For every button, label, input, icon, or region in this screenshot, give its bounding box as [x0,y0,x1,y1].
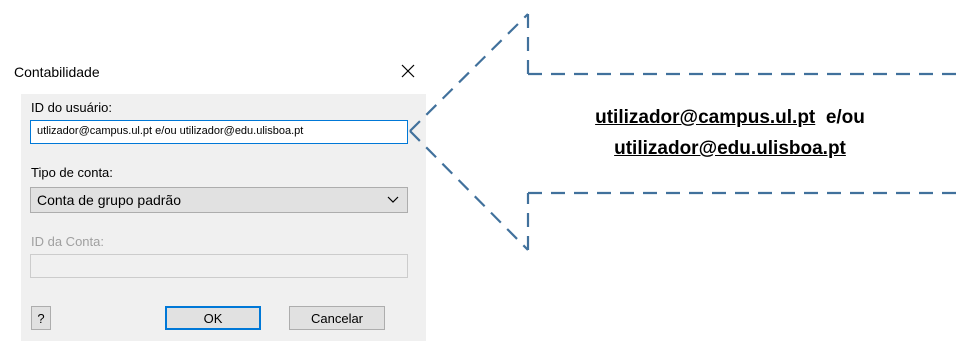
dialog-titlebar: Contabilidade [0,50,426,94]
account-type-selected-value: Conta de grupo padrão [37,192,181,208]
account-type-label: Tipo de conta: [31,165,113,180]
ok-button[interactable]: OK [165,306,261,330]
close-icon [401,64,415,78]
callout-email-campus: utilizador@campus.ul.pt [595,107,816,128]
dialog-client-area: ID do usuário: utlizador@campus.ul.pt e/… [21,94,426,341]
account-id-label: ID da Conta: [31,234,104,249]
dialog-title: Contabilidade [14,64,100,80]
close-button[interactable] [390,56,426,86]
help-button-label: ? [37,310,45,326]
account-id-field[interactable] [30,254,408,278]
help-button[interactable]: ? [31,306,51,330]
accounting-dialog: Contabilidade ID do usuário: utlizador@c… [0,50,426,341]
callout-email-edu: utilizador@edu.ulisboa.pt [614,138,846,159]
ok-button-label: OK [203,310,223,326]
chevron-down-icon [387,196,399,203]
user-id-label: ID do usuário: [31,100,112,115]
callout-line-2: utilizador@edu.ulisboa.pt [540,138,920,160]
callout-line-1: utilizador@campus.ul.pt e/ou [540,107,920,129]
cancel-button[interactable]: Cancelar [289,306,385,330]
cancel-button-label: Cancelar [310,310,364,326]
account-type-select[interactable]: Conta de grupo padrão [30,187,408,213]
user-id-field[interactable]: utlizador@campus.ul.pt e/ou utilizador@e… [30,120,408,144]
callout-conjunction: e/ou [825,107,865,128]
